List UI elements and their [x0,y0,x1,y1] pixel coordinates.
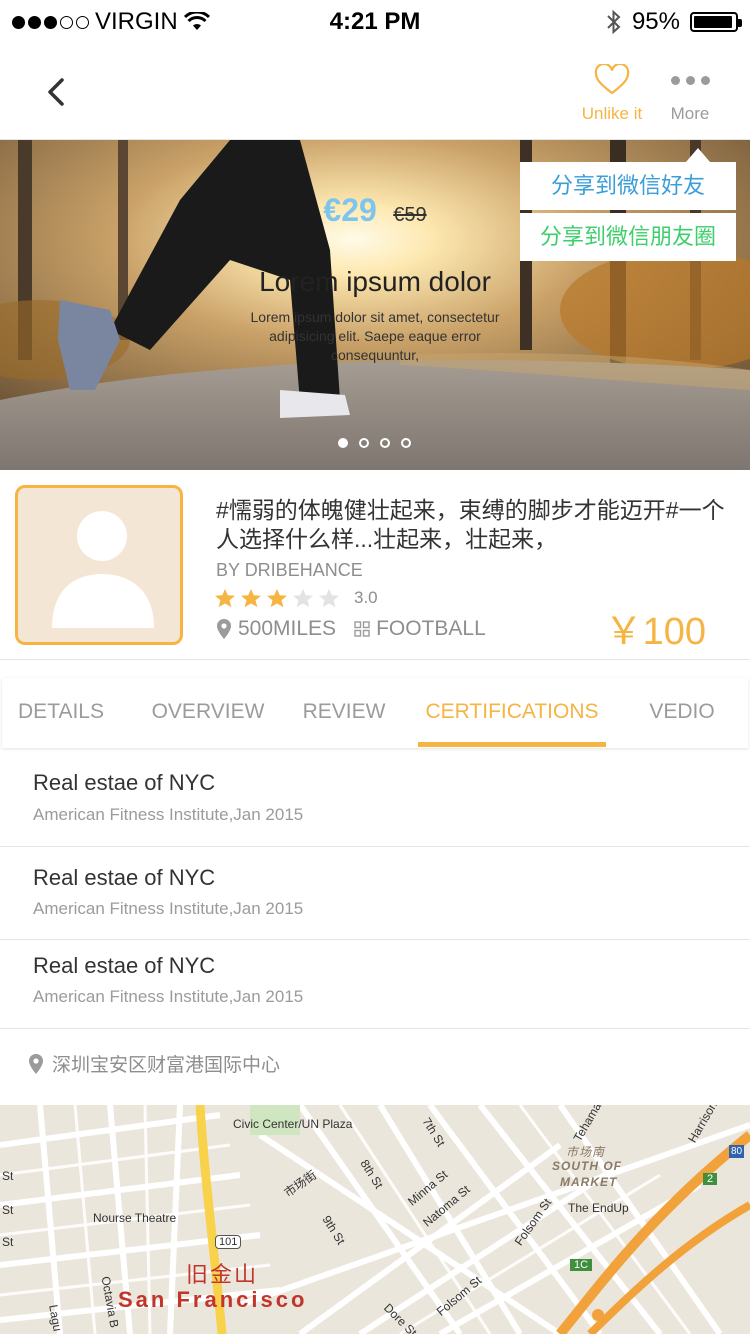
map-label: 市场南 [566,1145,606,1159]
share-menu: 分享到微信好友 分享到微信朋友圈 [520,148,736,261]
location-text: 深圳宝安区财富港国际中心 [52,1055,281,1076]
tab-bar: DETAILS OVERVIEW REVIEW CERTIFICATIONS V… [2,678,748,748]
more-label: More [670,104,710,123]
carousel-indicator [338,438,411,448]
star-rating: 3.0 [214,588,378,608]
bluetooth-icon [607,9,621,35]
map-label: Civic Center/UN Plaza [233,1117,353,1131]
exit-2-badge: 2 [703,1173,718,1185]
carousel-dot[interactable] [380,438,390,448]
user-icon [52,511,154,628]
list-item[interactable]: Real estae of NYC American Fitness Insti… [0,847,750,940]
product-tags: 500MILES FOOTBALL [216,617,486,641]
battery-icon [690,12,742,32]
list-item[interactable]: Real estae of NYC American Fitness Insti… [0,940,750,1029]
tab-details[interactable]: DETAILS [2,678,120,748]
distance-text: 500MILES [238,617,337,640]
product-title: #懦弱的体魄健壮起来，束缚的脚步才能迈开#一个人选择什么样...壮起来，壮起来， [216,497,725,552]
star-empty-icon [293,588,313,608]
back-button[interactable] [38,72,78,112]
product-author: BY DRIBEHANCE [216,560,363,580]
cert-subtitle: American Fitness Institute,Jan 2015 [33,899,304,918]
hero-description: Lorem ipsum dolor sit amet, consectetur … [250,309,500,363]
product-price: ￥100 [604,611,706,653]
nav-bar: Unlike it More [0,42,750,140]
map-city-name: San Francisco [118,1287,308,1312]
tab-certifications[interactable]: CERTIFICATIONS [418,678,606,748]
chevron-left-icon [48,78,64,106]
map-label: St [2,1203,14,1217]
cert-subtitle: American Fitness Institute,Jan 2015 [33,987,304,1006]
map-label: SOUTH OF [552,1159,622,1173]
star-icon [241,588,261,608]
grid-icon [354,621,370,637]
star-icon [215,588,235,608]
cert-title: Real estae of NYC [33,770,216,795]
more-button[interactable]: More [650,62,730,124]
exit-1c-badge: 1C [570,1259,593,1271]
map-label: St [2,1169,14,1183]
status-right: 95% [606,8,742,36]
tab-overview[interactable]: OVERVIEW [142,678,274,748]
cert-title: Real estae of NYC [33,953,216,978]
hero-price-old: €59 [393,204,427,226]
tab-vedio[interactable]: VEDIO [632,678,732,748]
star-empty-icon [319,588,339,608]
map-city-cn: 旧金山 [186,1262,259,1287]
map-label: The EndUp [568,1201,629,1215]
carousel-dot[interactable] [338,438,348,448]
location-pin-icon [217,619,231,639]
product-info: #懦弱的体魄健壮起来，束缚的脚步才能迈开#一个人选择什么样...壮起来，壮起来，… [0,470,750,660]
carousel-dot[interactable] [401,438,411,448]
category-text: FOOTBALL [376,617,486,640]
route-101-badge: 101 [215,1235,242,1249]
more-icon [670,75,710,85]
location-row[interactable]: 深圳宝安区财富港国际中心 [28,1050,280,1077]
map[interactable]: Civic Center/UN Plaza Nourse Theatre The… [0,1105,750,1334]
rating-score: 3.0 [354,588,378,607]
list-item[interactable]: Real estae of NYC American Fitness Insti… [0,750,750,847]
unlike-label: Unlike it [581,104,643,123]
star-icon [267,588,287,608]
battery-percent: 95% [631,8,680,35]
category-tag: FOOTBALL [354,617,486,641]
active-tab-indicator [418,742,606,747]
map-label: Nourse Theatre [93,1211,177,1225]
map-label: MARKET [560,1175,618,1189]
location-pin-icon [29,1053,43,1074]
tab-review[interactable]: REVIEW [292,678,396,748]
share-wechat-moments[interactable]: 分享到微信朋友圈 [520,213,736,261]
heart-icon [594,64,630,95]
cert-title: Real estae of NYC [33,865,216,890]
hero-price-new: €29 [323,192,377,228]
avatar[interactable] [15,485,183,645]
map-label: St [2,1235,14,1249]
cert-subtitle: American Fitness Institute,Jan 2015 [33,805,304,824]
distance-tag: 500MILES [216,617,336,641]
unlike-button[interactable]: Unlike it [572,62,652,124]
status-bar: VIRGIN 4:21 PM 95% [0,0,750,42]
carousel-dot[interactable] [359,438,369,448]
route-80-badge: 80 [729,1145,745,1158]
share-wechat-friend[interactable]: 分享到微信好友 [520,162,736,210]
hero-title: Lorem ipsum dolor [259,266,491,297]
